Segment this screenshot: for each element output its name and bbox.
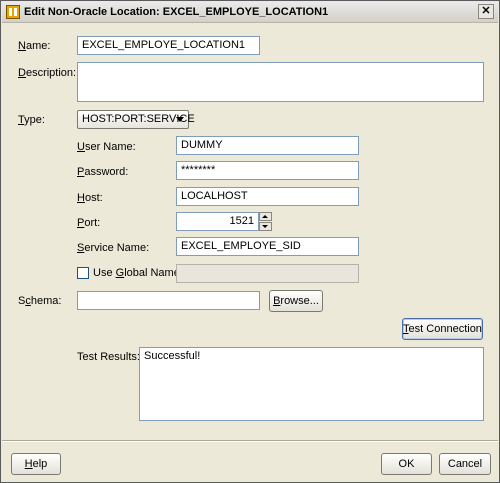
- service-name-label: Service Name:: [77, 242, 149, 254]
- ok-button[interactable]: OK: [381, 453, 432, 475]
- name-label-mnemonic: N: [18, 40, 26, 52]
- edit-location-dialog: Edit Non-Oracle Location: EXCEL_EMPLOYE_…: [0, 0, 500, 483]
- schema-label-text: hema:: [30, 295, 62, 307]
- description-field[interactable]: [77, 62, 484, 102]
- test-connection-button[interactable]: Test Connection: [402, 318, 483, 340]
- name-field[interactable]: EXCEL_EMPLOYE_LOCATION1: [77, 36, 260, 55]
- help-button-mnemonic: H: [24, 458, 33, 470]
- description-label: Description:: [18, 67, 76, 79]
- close-icon[interactable]: ✕: [478, 4, 494, 19]
- service-name-field[interactable]: EXCEL_EMPLOYE_SID: [176, 237, 359, 256]
- title-bar[interactable]: Edit Non-Oracle Location: EXCEL_EMPLOYE_…: [2, 2, 498, 23]
- username-label-text: ser Name:: [84, 141, 136, 153]
- type-dropdown[interactable]: HOST:PORT:SERVICE: [77, 110, 195, 129]
- footer-separator: [2, 440, 498, 442]
- cancel-button[interactable]: Cancel: [439, 453, 491, 475]
- host-field[interactable]: LOCALHOST: [176, 187, 359, 206]
- arrow-down-icon[interactable]: [259, 222, 272, 231]
- help-button-text: elp: [32, 458, 48, 470]
- host-label: Host:: [77, 192, 103, 204]
- username-field[interactable]: DUMMY: [176, 136, 359, 155]
- port-label-text: ort:: [84, 217, 101, 229]
- port-stepper[interactable]: [259, 212, 272, 231]
- password-label-text: assword:: [84, 166, 129, 178]
- chevron-down-icon: [176, 117, 184, 122]
- use-global-name-checkbox[interactable]: [77, 267, 89, 279]
- test-results-label: Test Results:: [77, 351, 140, 363]
- use-global-name-label-text: lobal Name:: [124, 267, 183, 279]
- description-label-mnemonic: D: [18, 67, 26, 79]
- host-label-text: ost:: [84, 192, 103, 204]
- service-name-label-text: ervice Name:: [84, 242, 150, 254]
- help-button[interactable]: Help: [11, 453, 61, 475]
- use-global-name-label-pre: Use: [93, 267, 116, 279]
- password-field[interactable]: ********: [176, 161, 359, 180]
- global-name-field: [176, 264, 359, 283]
- username-label: User Name:: [77, 141, 136, 153]
- owb-location-icon: [6, 5, 20, 19]
- host-label-mnemonic: H: [77, 192, 85, 204]
- port-label: Port:: [77, 217, 100, 229]
- test-connection-text: est Connection: [408, 323, 482, 335]
- arrow-up-icon[interactable]: [259, 212, 272, 221]
- description-label-text: escription:: [25, 67, 77, 79]
- username-label-mnemonic: U: [77, 141, 85, 153]
- port-field[interactable]: 1521: [176, 212, 259, 231]
- dialog-title: Edit Non-Oracle Location: EXCEL_EMPLOYE_…: [24, 6, 329, 18]
- use-global-name-label: Use Global Name:: [93, 267, 183, 279]
- schema-field[interactable]: [77, 291, 260, 310]
- type-label: Type:: [18, 114, 45, 126]
- test-results-area[interactable]: Successful!: [139, 347, 484, 421]
- password-label: Password:: [77, 166, 128, 178]
- name-label-text: ame:: [25, 40, 51, 52]
- name-label: Name:: [18, 40, 50, 52]
- browse-button-text: rowse...: [280, 295, 319, 307]
- browse-button[interactable]: Browse...: [269, 290, 323, 312]
- use-global-name-label-mnemonic: G: [115, 267, 125, 279]
- type-label-text: ype:: [24, 114, 45, 126]
- schema-label: Schema:: [18, 295, 61, 307]
